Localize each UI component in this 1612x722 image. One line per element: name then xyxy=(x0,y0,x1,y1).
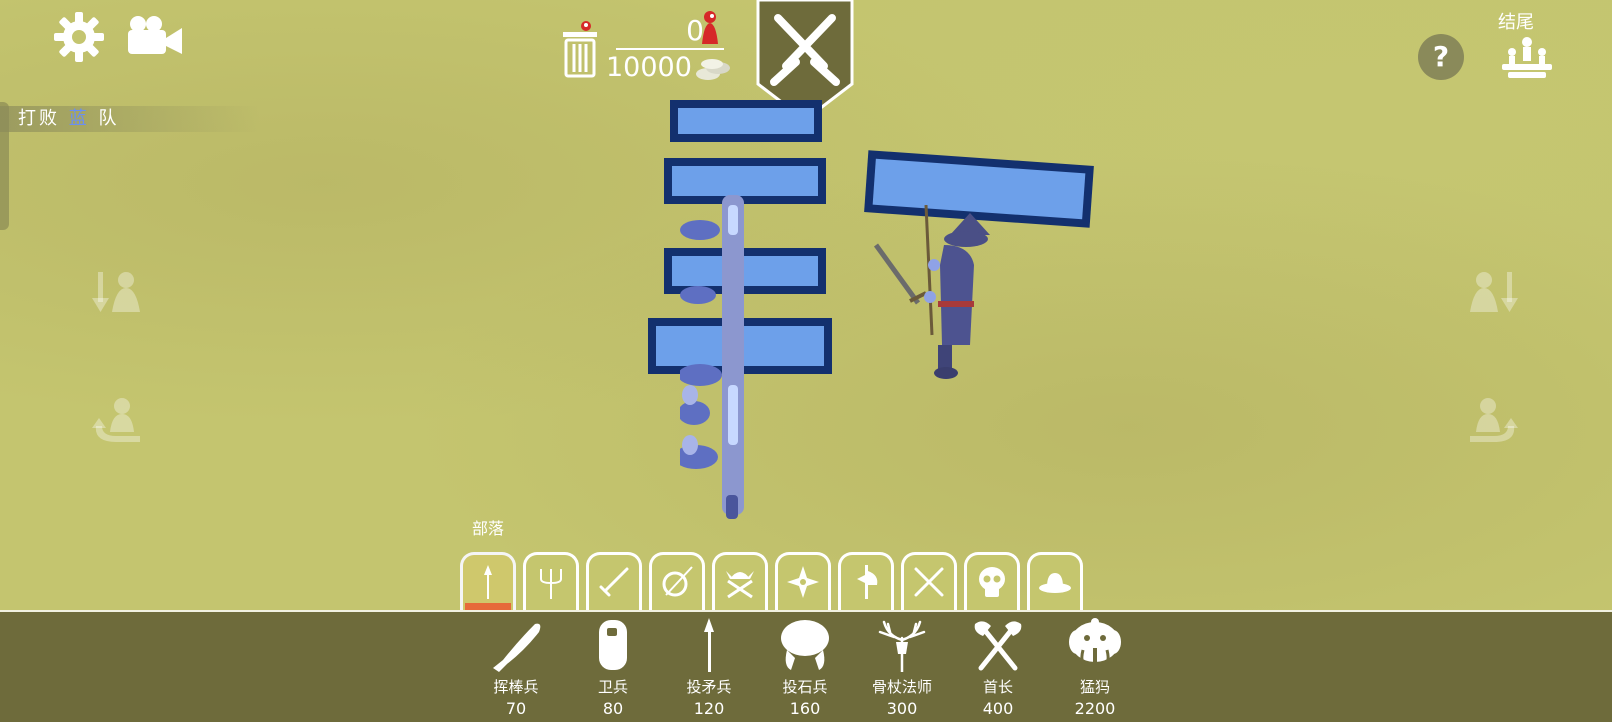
red-pawn-icon xyxy=(698,10,722,46)
sword-icon xyxy=(599,567,629,597)
unit-cost: 2200 xyxy=(1074,699,1116,718)
unit-cost: 300 xyxy=(886,699,918,718)
active-tab-indicator xyxy=(465,603,511,610)
spear-icon xyxy=(704,618,714,672)
counter-divider xyxy=(616,48,724,50)
halberd-icon xyxy=(857,565,878,599)
unit-name: 挥棒兵 xyxy=(493,678,539,696)
faction-tab-pirate[interactable] xyxy=(901,552,957,610)
unit-name: 卫兵 xyxy=(597,678,628,696)
viking-helmet-axes-icon xyxy=(726,571,754,599)
unit-name: 投矛兵 xyxy=(686,678,732,696)
double-axe-icon xyxy=(974,621,1022,671)
objective-suffix: 队 xyxy=(98,108,120,129)
unit-card-chieftain[interactable]: 首长 400 xyxy=(953,618,1043,718)
shield-spear-icon xyxy=(662,566,693,597)
faction-tab-renaissance[interactable] xyxy=(838,552,894,610)
shuriken-icon xyxy=(787,566,819,598)
unit-name: 骨杖法师 xyxy=(871,678,932,696)
faction-tab-wild-west[interactable] xyxy=(1027,552,1083,610)
settings-gear-icon[interactable] xyxy=(52,10,106,64)
stone-thrower-icon xyxy=(781,620,829,670)
unit-card-mammoth[interactable]: 猛犸 2200 xyxy=(1050,618,1140,718)
unit-cost: 160 xyxy=(789,699,821,718)
faction-tab-spooky[interactable] xyxy=(964,552,1020,610)
objective-team: 蓝 xyxy=(68,108,90,129)
help-button[interactable]: ? xyxy=(1418,34,1464,80)
unit-health-bar xyxy=(670,100,822,142)
unit-card-spear-thrower[interactable]: 投矛兵 120 xyxy=(664,618,754,718)
clear-units-trash-icon[interactable] xyxy=(562,20,598,78)
camera-icon[interactable] xyxy=(126,14,184,58)
unit-card-stoner[interactable]: 投石兵 160 xyxy=(760,618,850,718)
protector-shield-icon xyxy=(599,620,627,670)
tribal-spear-icon xyxy=(484,565,492,599)
mammoth-icon xyxy=(1069,618,1121,668)
unit-name: 首长 xyxy=(982,678,1013,696)
move-unit-down-right-icon[interactable] xyxy=(1466,268,1518,316)
objective-prefix: 打败 xyxy=(18,108,60,129)
unit-name: 猛犸 xyxy=(1079,678,1110,696)
move-unit-down-left-icon[interactable] xyxy=(92,268,144,316)
skull-icon xyxy=(979,567,1005,597)
faction-tab-ancient[interactable] xyxy=(649,552,705,610)
unit-card-bone-mage[interactable]: 骨杖法师 300 xyxy=(857,618,947,718)
blue-wizard-enemy[interactable] xyxy=(870,204,1000,390)
unit-name: 投石兵 xyxy=(782,678,828,696)
end-podium-icon[interactable] xyxy=(1500,36,1554,80)
faction-tab-farmer[interactable] xyxy=(523,552,579,610)
end-label: 结尾 xyxy=(1498,12,1534,33)
rotate-unit-left-icon[interactable] xyxy=(92,396,144,444)
faction-tab-dynasty[interactable] xyxy=(775,552,831,610)
blue-soldiers-group[interactable] xyxy=(674,195,780,525)
faction-tab-tribal[interactable] xyxy=(460,552,516,610)
crossed-swords-icon xyxy=(914,567,944,597)
unit-cost: 400 xyxy=(982,699,1014,718)
unit-card-protector[interactable]: 卫兵 80 xyxy=(568,618,658,718)
club-icon xyxy=(493,623,541,672)
coins-icon xyxy=(694,56,734,82)
objective-banner: 打败 蓝 队 xyxy=(0,106,260,132)
unit-cost: 70 xyxy=(505,699,527,718)
unit-count: 0 xyxy=(686,14,704,47)
unit-cost: 120 xyxy=(693,699,725,718)
rotate-unit-right-icon[interactable] xyxy=(1466,396,1518,444)
faction-name: 部落 xyxy=(472,519,505,538)
faction-tab-medieval[interactable] xyxy=(586,552,642,610)
trident-icon xyxy=(540,569,562,599)
cowboy-hat-icon xyxy=(1039,573,1071,593)
unit-cost: 80 xyxy=(602,699,624,718)
budget-value: 10000 xyxy=(606,52,692,83)
unit-card-clubber[interactable]: 挥棒兵 70 xyxy=(471,618,561,718)
faction-tab-viking[interactable] xyxy=(712,552,768,610)
antler-staff-icon xyxy=(878,620,926,672)
